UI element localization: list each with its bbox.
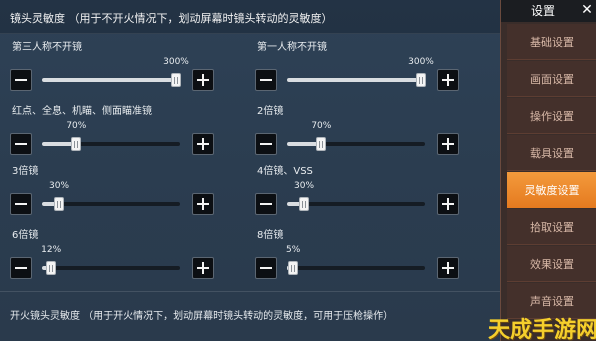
sidebar-nav-item[interactable]: 画面设置 [507,61,596,97]
slider-track[interactable] [287,261,425,275]
slider-track[interactable] [287,73,426,87]
close-button[interactable]: ✕ [577,0,596,20]
sidebar-nav-item[interactable]: 基础设置 [507,24,596,60]
decrease-button[interactable] [255,69,277,91]
slider-label: 8倍镜 [257,230,284,241]
sensitivity-panel: 镜头灵敏度 （用于不开火情况下，划动屏幕时镜头转动的灵敏度） 第三人称不开镜 3… [0,0,500,341]
slider-setting: 第三人称不开镜 300% [10,36,240,96]
slider-thumb[interactable] [46,261,57,275]
slider-fill [287,142,320,146]
slider-value: 30% [293,181,315,191]
slider-track[interactable] [42,73,181,87]
slider-thumb[interactable] [71,137,82,151]
decrease-button[interactable] [10,257,32,279]
slider-thumb[interactable] [316,137,327,151]
slider-value: 70% [311,121,332,131]
decrease-button[interactable] [10,69,32,91]
close-icon: ✕ [581,2,593,18]
decrease-button[interactable] [10,193,32,215]
fire-sensitivity-title: 开火镜头灵敏度 （用于开火情况下，划动屏幕时镜头转动的灵敏度，可用于压枪操作） [10,311,394,322]
increase-button[interactable] [192,257,214,279]
slider-label: 2倍镜 [257,106,284,117]
slider-label: 6倍镜 [12,230,39,241]
sidebar-nav-item[interactable]: 操作设置 [507,98,596,134]
increase-button[interactable] [437,69,459,91]
increase-button[interactable] [437,193,459,215]
slider-thumb[interactable] [171,73,181,87]
decrease-button[interactable] [255,133,277,155]
minus-icon [15,79,27,81]
minus-icon [260,143,272,145]
slider-label: 第三人称不开镜 [12,42,82,53]
slider-setting: 红点、全息、机瞄、侧面瞄准镜 70% [10,100,240,160]
slider-thumb[interactable] [288,261,299,275]
increase-button[interactable] [192,193,214,215]
minus-icon [15,143,27,145]
slider-setting: 8倍镜 5% [255,224,485,284]
minus-icon [15,203,27,205]
section-divider [0,291,500,292]
increase-button[interactable] [437,257,459,279]
slider-value: 300% [163,57,189,67]
increase-button[interactable] [437,133,459,155]
slider-value: 5% [286,245,301,255]
slider-label: 3倍镜 [12,166,39,177]
slider-value: 30% [48,181,70,191]
slider-track[interactable] [287,137,425,151]
slider-setting: 第一人称不开镜 300% [255,36,485,96]
minus-icon [260,267,272,269]
slider-value: 70% [66,121,87,131]
minus-icon [260,203,272,205]
slider-thumb[interactable] [416,73,426,87]
slider-track[interactable] [42,197,180,211]
minus-icon [15,267,27,269]
sidebar-nav-item[interactable]: 载具设置 [507,135,596,171]
slider-label: 4倍镜、VSS [257,166,313,177]
minus-icon [260,79,272,81]
decrease-button[interactable] [10,133,32,155]
increase-button[interactable] [192,69,214,91]
sidebar-title: 设置 [531,4,556,18]
section-header: 镜头灵敏度 （用于不开火情况下，划动屏幕时镜头转动的灵敏度） [0,0,500,34]
sidebar-nav-item[interactable]: 灵敏度设置 [507,172,596,208]
slider-fill [42,142,75,146]
slider-track[interactable] [42,261,180,275]
decrease-button[interactable] [255,193,277,215]
slider-label: 红点、全息、机瞄、侧面瞄准镜 [12,106,152,117]
slider-track[interactable] [287,197,425,211]
slider-track[interactable] [42,137,180,151]
section-title: 镜头灵敏度 （用于不开火情况下，划动屏幕时镜头转动的灵敏度） [10,12,333,25]
increase-button[interactable] [192,133,214,155]
slider-setting: 3倍镜 30% [10,160,240,220]
watermark-logo: 天成手游网 [488,318,596,341]
slider-thumb[interactable] [299,197,309,211]
slider-fill [42,78,180,82]
slider-value: 12% [41,245,62,255]
slider-thumb[interactable] [54,197,64,211]
sidebar-nav-item[interactable]: 效果设置 [507,246,596,282]
slider-setting: 2倍镜 70% [255,100,485,160]
settings-sidebar: 设置 ✕ 基础设置 画面设置 操作设置 载具设置 灵敏度设置 拾取设置 效果设置 声音设置 [500,0,596,341]
sidebar-nav-item[interactable]: 拾取设置 [507,209,596,245]
decrease-button[interactable] [255,257,277,279]
sidebar-header: 设置 ✕ [501,0,596,22]
slider-setting: 6倍镜 12% [10,224,240,284]
slider-value: 300% [408,57,434,67]
slider-label: 第一人称不开镜 [257,42,327,53]
slider-fill [287,78,425,82]
slider-setting: 4倍镜、VSS 30% [255,160,485,220]
